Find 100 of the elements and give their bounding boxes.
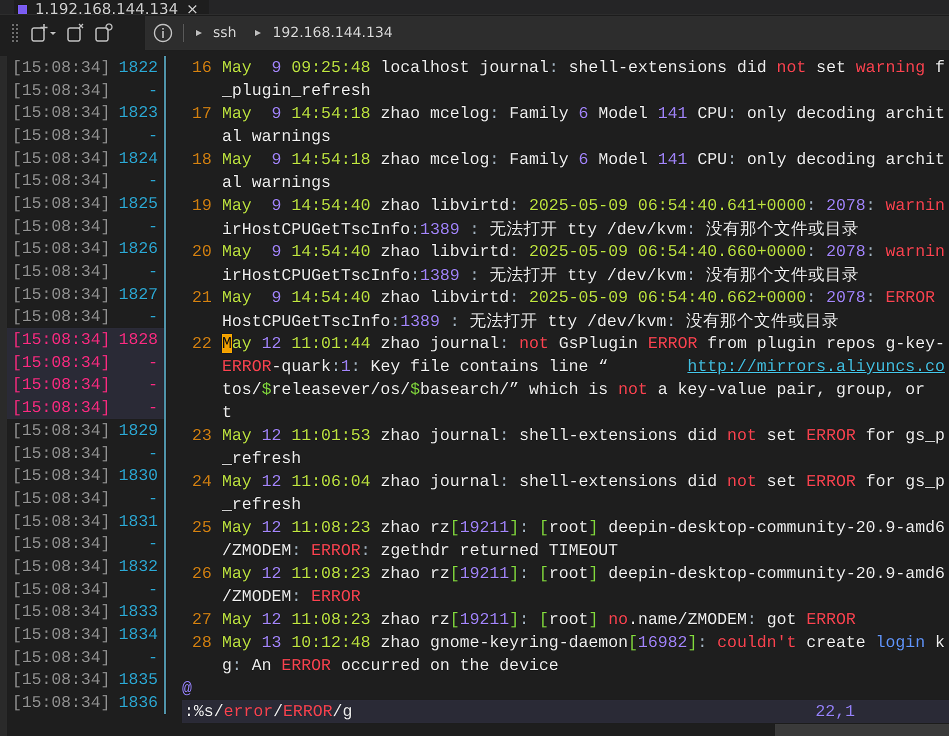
line-number: 20: [191, 242, 213, 261]
line-number: 18: [191, 150, 213, 169]
timestamp: [15:08:34]: [12, 512, 110, 531]
log-text: _refresh: [222, 449, 302, 468]
timestamp: [15:08:34]: [12, 556, 110, 576]
timestamp: [15:08:34]: [12, 330, 110, 350]
line-counter: 1834: [118, 625, 158, 644]
line-number: 23: [191, 426, 213, 445]
log-text: May 12 11:08:23 zhao rz[19211]: [root] no.name/ZMODEM: got ERROR: [222, 610, 856, 629]
cursor-position: 22,1: [815, 702, 855, 721]
log-text: al warnings: [222, 173, 331, 192]
line-counter: -: [148, 398, 158, 418]
tab-title: 1.192.168.144.134: [35, 0, 178, 14]
line-counter: 1822: [118, 58, 158, 77]
line-number: 17: [191, 104, 213, 123]
close-button[interactable]: ×: [186, 0, 199, 14]
log-text: May 12 11:08:23 zhao rz[19211]: [root] deepin-desktop-community-20.9-amd6: [222, 518, 945, 537]
divider-line: [183, 24, 185, 42]
link[interactable]: http://mirrors.aliyuncs.co: [687, 357, 945, 376]
log-text: HostCPUGetTscInfo:1389 : 无法打开 tty /dev/kvm: 没有那个文件或目录: [222, 310, 840, 332]
timestamp: [15:08:34]: [12, 398, 110, 418]
log-text: May 9 14:54:40 zhao libvirtd: 2025-05-09 06:54:40.641+0000: 2078: warnin: [222, 196, 945, 215]
timestamp: [15:08:34]: [12, 648, 110, 667]
log-text: May 13 10:12:48 zhao gnome-keyring-daemon[16982]: couldn't create login k: [222, 633, 945, 652]
line-counter: 1835: [118, 670, 158, 690]
log-text: May 9 14:54:40 zhao libvirtd: 2025-05-09 06:54:40.660+0000: 2078: warnin: [222, 242, 945, 261]
timestamp: [15:08:34]: [12, 239, 110, 258]
timestamp: [15:08:34]: [12, 534, 110, 554]
line-counter: 1827: [118, 284, 158, 304]
info-icon[interactable]: [153, 23, 173, 43]
line-counter: -: [148, 648, 158, 667]
timestamp: [15:08:34]: [12, 625, 110, 644]
command-text: :%s/error/ERROR/g: [184, 702, 352, 721]
line-counter: -: [148, 352, 158, 372]
log-text: tos/$releasever/os/$basearch/” which is not a key-value pair, group, or: [222, 380, 926, 399]
log-text: May 9 14:54:18 zhao mcelog: Family 6 Model 141 CPU: only decoding archit: [222, 104, 945, 123]
timestamp: [15:08:34]: [12, 444, 110, 463]
chevron-icon: [195, 29, 203, 37]
log-text: May 9 14:54:40 zhao libvirtd: 2025-05-09 06:54:40.662+0000: 2078: ERROR: [222, 288, 935, 307]
line-counter: 1836: [118, 693, 158, 712]
close-session-icon[interactable]: [66, 23, 84, 43]
line-counter: 1823: [118, 103, 158, 122]
timestamp: [15:08:34]: [12, 375, 110, 394]
line-number: 27: [191, 610, 213, 629]
line-number: 28: [191, 633, 213, 652]
line-counter: 1825: [118, 194, 158, 213]
line-counter: 1831: [118, 512, 158, 531]
line-number: 21: [191, 288, 213, 307]
line-counter: 1828: [118, 330, 158, 350]
grip-icon: [12, 24, 18, 42]
log-text: May 12 11:08:23 zhao rz[19211]: [root] deepin-desktop-community-20.9-amd6: [222, 564, 945, 583]
timestamp: [15:08:34]: [12, 693, 110, 712]
new-session-icon[interactable]: [30, 23, 56, 43]
timestamp: [15:08:34]: [12, 352, 110, 372]
log-text: al warnings: [222, 127, 331, 146]
timestamp: [15:08:34]: [12, 488, 110, 508]
session-tab[interactable]: 1.192.168.144.134 ×: [14, 0, 209, 14]
line-counter: 1826: [118, 239, 158, 258]
line-counter: -: [148, 444, 158, 463]
log-text: May 9 09:25:48 localhost journal: shell-extensions did not set warning f: [222, 58, 945, 77]
line-counter: 1830: [118, 466, 158, 486]
timestamp: [15:08:34]: [12, 171, 110, 190]
line-number: 22: [191, 334, 213, 353]
timestamp: [15:08:34]: [12, 216, 110, 236]
breadcrumb[interactable]: 192.168.144.134: [272, 25, 393, 41]
log-text: irHostCPUGetTscInfo:1389 : 无法打开 tty /dev/kvm: 没有那个文件或目录: [222, 264, 859, 286]
filler-marker: @: [182, 679, 193, 698]
chevron-icon: [254, 29, 262, 37]
log-text: /ZMODEM: ERROR: zgethdr returned TIMEOUT: [222, 541, 618, 560]
line-number: 16: [191, 58, 213, 77]
line-counter: -: [148, 580, 158, 599]
timestamp: [15:08:34]: [12, 284, 110, 304]
log-text: _refresh: [222, 495, 302, 514]
timestamp: [15:08:34]: [12, 420, 110, 440]
log-text: g: An ERROR occurred on the device: [222, 656, 559, 675]
log-text: ERROR-quark:1: Key file contains line “: [222, 357, 610, 376]
timestamp: [15:08:34]: [12, 262, 110, 282]
line-counter: -: [148, 80, 158, 100]
timestamp: [15:08:34]: [12, 307, 110, 326]
line-number: 24: [191, 472, 213, 491]
log-text: t: [222, 403, 232, 422]
line-counter: -: [148, 126, 158, 145]
line-counter: -: [148, 375, 158, 394]
line-counter: -: [148, 307, 158, 326]
line-counter: -: [148, 534, 158, 554]
log-text: May 12 11:01:53 zhao journal: shell-extensions did not set ERROR for gs_p: [222, 426, 945, 445]
line-number: 19: [191, 196, 213, 215]
log-text: irHostCPUGetTscInfo:1389 : 无法打开 tty /dev/kvm: 没有那个文件或目录: [222, 218, 859, 240]
timestamp: [15:08:34]: [12, 580, 110, 599]
breadcrumb[interactable]: ssh: [213, 25, 236, 41]
line-counter: -: [148, 262, 158, 282]
session-settings-icon[interactable]: [94, 23, 114, 43]
log-text: May 9 14:54:18 zhao mcelog: Family 6 Model 141 CPU: only decoding archit: [222, 150, 945, 169]
log-text: _plugin_refresh: [222, 81, 371, 100]
timestamp: [15:08:34]: [12, 103, 110, 122]
line-counter: -: [148, 488, 158, 508]
log-text: May 12 11:01:44 zhao journal: not GsPlugin ERROR from plugin repos g-key-: [222, 334, 945, 353]
timestamp: [15:08:34]: [12, 194, 110, 213]
line-counter: -: [148, 216, 158, 236]
line-number: 26: [191, 564, 213, 583]
